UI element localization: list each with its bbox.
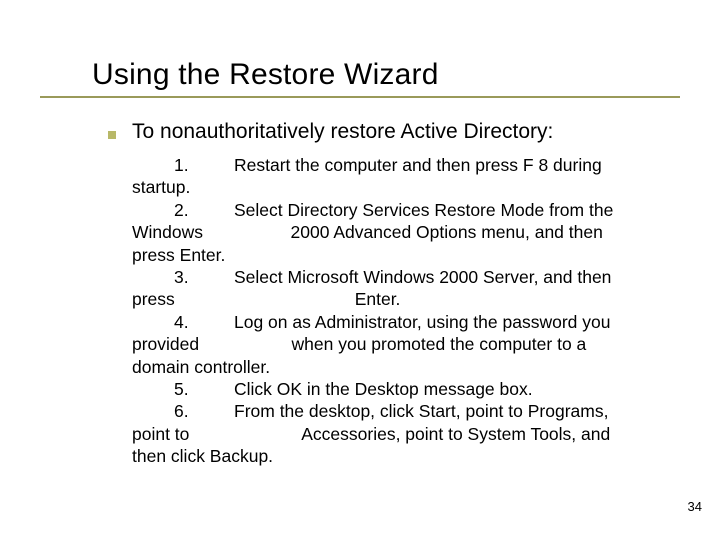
step-line: 4.Log on as Administrator, using the pas…: [132, 311, 672, 333]
step-line: startup.: [132, 176, 672, 198]
step-line: domain controller.: [132, 356, 672, 378]
step-line: then click Backup.: [132, 445, 672, 467]
step-line: press Enter.: [132, 288, 672, 310]
step-line: 3.Select Microsoft Windows 2000 Server, …: [132, 266, 672, 288]
slide: Using the Restore Wizard To nonauthorita…: [0, 0, 720, 467]
lead-text: To nonauthoritatively restore Active Dir…: [132, 120, 553, 143]
slide-title: Using the Restore Wizard: [92, 58, 672, 92]
square-bullet-icon: [108, 131, 116, 139]
title-rule: [40, 96, 680, 98]
step-line: 2.Select Directory Services Restore Mode…: [132, 199, 672, 221]
step-line: Windows 2000 Advanced Options menu, and …: [132, 221, 672, 243]
step-line: provided when you promoted the computer …: [132, 333, 672, 355]
page-number: 34: [688, 499, 702, 514]
lead-line: To nonauthoritatively restore Active Dir…: [132, 120, 672, 144]
step-line: 6.From the desktop, click Start, point t…: [132, 400, 672, 422]
step-line: 5.Click OK in the Desktop message box.: [132, 378, 672, 400]
step-line: press Enter.: [132, 244, 672, 266]
step-line: 1.Restart the computer and then press F …: [132, 154, 672, 176]
steps-block: 1.Restart the computer and then press F …: [132, 154, 672, 467]
step-line: point to Accessories, point to System To…: [132, 423, 672, 445]
